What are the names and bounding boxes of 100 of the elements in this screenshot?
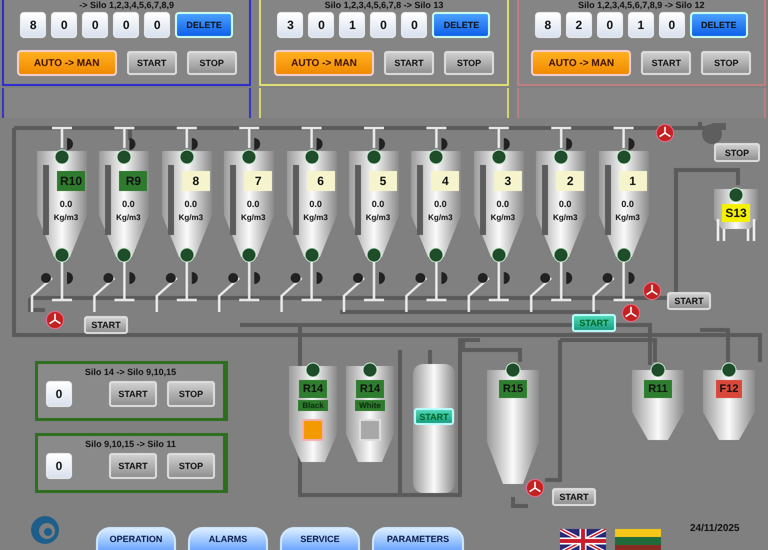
color-tag: Black bbox=[298, 400, 328, 411]
digit-field[interactable]: 1 bbox=[339, 12, 366, 38]
mode-button[interactable]: AUTO -> MAN bbox=[531, 50, 632, 76]
silo-label: 8 bbox=[182, 171, 210, 191]
panel-title: Silo 1,2,3,4,5,6,7,8 -> Silo 13 bbox=[324, 0, 444, 10]
date-label: 24/11/2025 bbox=[690, 523, 740, 534]
nav-button[interactable]: PARAMETERS bbox=[372, 527, 464, 550]
silo-value: 0.0 bbox=[309, 199, 322, 209]
silo-value: 0.0 bbox=[621, 199, 634, 209]
lt-flag-icon[interactable] bbox=[615, 529, 661, 550]
delete-button[interactable]: DELETE bbox=[690, 12, 748, 38]
digit-field[interactable]: 0 bbox=[658, 12, 685, 38]
pump-icon[interactable] bbox=[643, 282, 661, 300]
silo-value: 0.0 bbox=[122, 199, 135, 209]
digit-field[interactable]: 2 bbox=[566, 12, 592, 38]
stop-button[interactable]: STOP bbox=[167, 381, 215, 407]
silo-label: R11 bbox=[644, 380, 672, 398]
silo-unit: Kg/m3 bbox=[428, 213, 453, 222]
mode-button[interactable]: AUTO -> MAN bbox=[16, 50, 117, 76]
valve-icon[interactable] bbox=[478, 272, 510, 284]
silo-unit: Kg/m3 bbox=[178, 213, 204, 222]
valve-icon[interactable] bbox=[353, 272, 385, 284]
digit-field[interactable]: 0 bbox=[113, 12, 140, 38]
count-field[interactable]: 0 bbox=[46, 381, 72, 407]
valve-icon[interactable] bbox=[602, 272, 635, 284]
silo-value: 0.0 bbox=[184, 199, 198, 209]
silo-value: 0.0 bbox=[60, 199, 72, 209]
digit-field[interactable]: 0 bbox=[308, 12, 334, 38]
start-button[interactable]: START bbox=[126, 51, 177, 75]
silo-label: 2 bbox=[556, 171, 584, 191]
digit-field[interactable]: 0 bbox=[51, 12, 78, 38]
silo-label: 1 bbox=[618, 171, 647, 191]
start-button[interactable]: START bbox=[384, 51, 434, 75]
silo-value: 0.0 bbox=[558, 199, 572, 209]
silo-value: 0.0 bbox=[496, 199, 510, 209]
delete-button[interactable]: DELETE bbox=[175, 12, 234, 38]
silo-label: 7 bbox=[244, 171, 272, 191]
count-field[interactable]: 0 bbox=[46, 453, 72, 479]
silo-unit: Kg/m3 bbox=[490, 213, 516, 222]
silo-label: R9 bbox=[119, 171, 148, 191]
silo-label: 5 bbox=[369, 171, 397, 191]
pump-icon[interactable] bbox=[656, 124, 674, 142]
stop-button[interactable]: STOP bbox=[701, 51, 752, 75]
pump-icon[interactable] bbox=[622, 304, 640, 322]
start-button[interactable]: START bbox=[84, 316, 128, 334]
silo-unit: Kg/m3 bbox=[240, 213, 266, 222]
silo-label: R14 bbox=[356, 380, 384, 398]
digit-field[interactable]: 8 bbox=[534, 12, 561, 38]
valve-icon[interactable] bbox=[290, 272, 323, 284]
silo-value: 0.0 bbox=[372, 199, 384, 209]
stop-button[interactable]: STOP bbox=[186, 51, 237, 75]
digit-field[interactable]: 0 bbox=[82, 12, 108, 38]
pump-icon[interactable] bbox=[526, 479, 544, 497]
valve-icon[interactable] bbox=[103, 272, 136, 284]
panel-title: -> Silo 1,2,3,4,5,6,7,8,9 bbox=[79, 0, 174, 10]
valve-icon[interactable] bbox=[41, 272, 73, 284]
silo-label: R15 bbox=[498, 380, 528, 398]
nav-button[interactable]: ALARMS bbox=[188, 527, 268, 550]
silo-label: 4 bbox=[431, 171, 460, 191]
silo-unit: Kg/m3 bbox=[116, 213, 141, 222]
silo-unit: Kg/m3 bbox=[366, 213, 390, 222]
start-button[interactable]: START bbox=[109, 381, 157, 407]
digit-field[interactable]: 8 bbox=[20, 12, 46, 38]
delete-button[interactable]: DELETE bbox=[432, 12, 490, 38]
nav-button[interactable]: OPERATION bbox=[96, 527, 176, 550]
start-button[interactable]: START bbox=[552, 488, 596, 506]
color-tag: White bbox=[355, 400, 385, 411]
silo-unit: Kg/m3 bbox=[303, 213, 328, 222]
start-button[interactable]: START bbox=[667, 292, 711, 310]
digit-field[interactable]: 3 bbox=[277, 12, 304, 38]
valve-icon[interactable] bbox=[540, 272, 572, 284]
stop-button[interactable]: STOP bbox=[444, 51, 494, 75]
silo-unit: Kg/m3 bbox=[54, 213, 78, 222]
silo-label: F12 bbox=[716, 380, 742, 398]
start-button[interactable]: START bbox=[641, 51, 692, 75]
start-button[interactable]: START bbox=[109, 453, 157, 479]
silo-unit: Kg/m3 bbox=[615, 213, 640, 222]
stop-button[interactable]: STOP bbox=[167, 453, 215, 479]
silo-label: 6 bbox=[306, 171, 335, 191]
digit-field[interactable]: 1 bbox=[628, 12, 654, 38]
silo-label: R10 bbox=[57, 171, 85, 191]
digit-field[interactable]: 0 bbox=[370, 12, 396, 38]
uk-flag-icon[interactable] bbox=[560, 529, 606, 550]
valve-icon[interactable] bbox=[415, 272, 448, 284]
valve-icon[interactable] bbox=[228, 272, 260, 284]
silo-value: 0.0 bbox=[246, 199, 260, 209]
mode-button[interactable]: AUTO -> MAN bbox=[274, 50, 374, 76]
valve-icon[interactable] bbox=[166, 272, 198, 284]
stop-button[interactable]: STOP bbox=[714, 143, 760, 162]
digit-field[interactable]: 0 bbox=[401, 12, 428, 38]
silo-label: R14 bbox=[298, 380, 328, 398]
nav-button[interactable]: SERVICE bbox=[280, 527, 360, 550]
digit-field[interactable]: 0 bbox=[596, 12, 623, 38]
digit-field[interactable]: 0 bbox=[144, 12, 170, 38]
panel-title: Silo 9,10,15 -> Silo 11 bbox=[85, 439, 176, 449]
silo-value: 0.0 bbox=[434, 199, 447, 209]
panel-title: Silo 1,2,3,4,5,6,7,8,9 -> Silo 12 bbox=[578, 0, 704, 10]
silo-unit: Kg/m3 bbox=[552, 213, 578, 222]
silo-label: S13 bbox=[722, 204, 750, 222]
pump-icon[interactable] bbox=[46, 311, 64, 329]
